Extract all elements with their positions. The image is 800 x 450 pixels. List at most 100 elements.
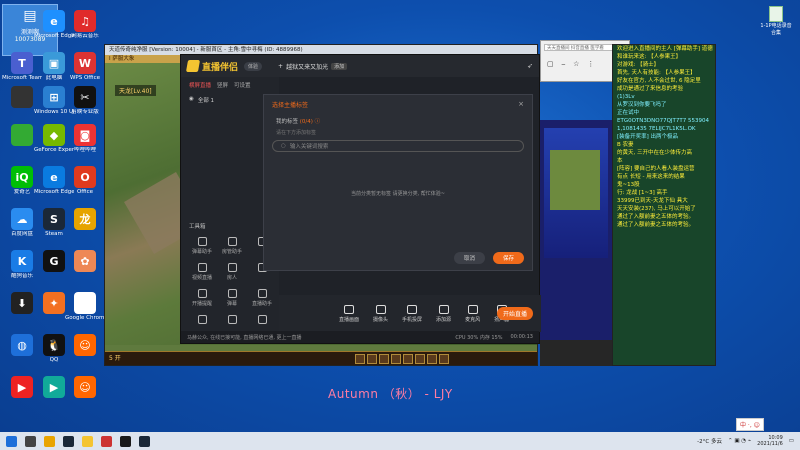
desktop-icon[interactable]: ✿ (68, 250, 102, 273)
app-tab[interactable]: 横屏直播 (189, 81, 211, 89)
tool-item[interactable]: 开播提醒 (187, 289, 217, 307)
desktop-icon[interactable]: ♫ 网易云音乐 (68, 10, 102, 39)
desktop-icon[interactable]: ☁ 百度网盘 (5, 208, 39, 237)
steam2-icon[interactable] (139, 435, 150, 447)
tool-icon (257, 315, 267, 324)
chat-line: 正在试中 (617, 110, 640, 116)
explorer-icon[interactable] (44, 435, 55, 447)
info-icon[interactable]: ⓘ (315, 119, 321, 125)
tool-item[interactable] (247, 315, 277, 326)
desktop-icon[interactable]: ✦ (37, 292, 71, 315)
tool-item[interactable]: 弹幕 (217, 289, 247, 307)
bottom-tool-button[interactable]: 摄像头 (373, 304, 388, 323)
desktop-icon[interactable]: S Steam (37, 208, 71, 237)
tool-item[interactable]: 房人 (217, 263, 247, 281)
save-button[interactable]: 保存 (492, 252, 524, 264)
hud-slot[interactable] (426, 354, 437, 364)
bottom-tool-button[interactable]: 麦克风 (465, 304, 481, 323)
tag-search-input[interactable]: ○ 输入关键词搜索 (272, 140, 524, 152)
bottom-tool-button[interactable]: 手机投屏 (402, 304, 422, 323)
version-pill[interactable]: 体验 (244, 61, 263, 71)
desktop-icon-label: WPS Office (69, 75, 101, 81)
desktop-icon[interactable]: ☺ (68, 334, 102, 357)
desktop-icon[interactable]: ▣ 此电脑 (37, 52, 71, 81)
tool-label: 房人 (226, 275, 237, 281)
desktop-icon[interactable]: ☺ (68, 376, 102, 399)
bookmark-icon[interactable]: ☆ (573, 60, 579, 69)
menu-icon[interactable]: ⋮ (587, 60, 594, 69)
go-live-button[interactable]: 开始直播 (496, 307, 533, 320)
app-tab[interactable]: 竖屏 (217, 81, 228, 89)
desktop-icon[interactable]: ◍ (5, 334, 39, 357)
system-tray: -2°C 多云 ⌃ ▣ ◔ ⌁ 10:09 2021/11/6 ▭ (697, 435, 800, 447)
desktop-icon[interactable]: 龙 (68, 208, 102, 231)
eye-icon[interactable]: ◉ (189, 96, 194, 104)
scene-tab[interactable]: + 越狱又来又加光 添加 (278, 62, 348, 71)
desktop-icon[interactable]: K 酷狗音乐 (5, 250, 39, 279)
desktop-icon[interactable]: G (37, 250, 71, 273)
bottom-tool-button[interactable]: 直播画面 (339, 304, 359, 323)
hud-slot[interactable] (366, 354, 377, 364)
desktop-icon[interactable]: ◆GeForce Experience (34, 124, 74, 153)
desktop-icon[interactable]: 🐧 QQ (37, 334, 71, 363)
streaming-app-icon[interactable] (82, 435, 93, 447)
tool-item[interactable]: 弹幕助手 (187, 237, 217, 255)
desktop-icon[interactable]: e Microsoft Edge (34, 166, 74, 195)
tool-item[interactable] (187, 315, 217, 326)
desktop-icon-label: QQ (49, 357, 59, 363)
tool-icon (197, 315, 207, 324)
desktop-icon[interactable]: ◙ 哔哩哔哩 (68, 124, 102, 153)
bottom-tool-button[interactable]: 添加源 (436, 304, 451, 323)
tool-item[interactable]: 视频直播 (187, 263, 217, 281)
close-icon[interactable]: × (518, 100, 524, 109)
desktop-icon[interactable]: ⊞Windows 10 Update (34, 86, 74, 115)
desktop-icon[interactable]: ▶ (37, 376, 71, 399)
tool-item[interactable] (217, 315, 247, 326)
tool-item[interactable]: 房管助手 (217, 237, 247, 255)
tool-icon (257, 289, 267, 298)
desktop-icon[interactable] (5, 86, 39, 109)
hud-slot[interactable] (390, 354, 401, 364)
window-icon[interactable]: ▢ (547, 60, 554, 69)
desktop-icon[interactable]: W WPS Office (68, 52, 102, 81)
hud-slot[interactable] (354, 354, 365, 364)
app-tab[interactable]: 可设置 (234, 81, 251, 89)
tray-icons[interactable]: ⌃ ▣ ◔ ⌁ (728, 438, 751, 444)
game-icon[interactable] (101, 435, 112, 447)
desktop-icon[interactable]: ◎ Google Chrome (65, 292, 105, 321)
rocket-icon[interactable]: ➶ (527, 62, 533, 70)
desktop-icon[interactable]: ⬇ (5, 292, 39, 315)
hud-slot[interactable] (414, 354, 425, 364)
task-view-icon[interactable] (25, 435, 36, 447)
tool-item[interactable]: 直播助手 (247, 289, 277, 307)
stream-preview (540, 120, 612, 355)
chat-line: 首先, 天人有技能: 【人参果王】 (617, 70, 696, 76)
bottom-tool-label: 麦克风 (465, 316, 481, 323)
desktop-file-icon[interactable]: 1-1P电话录音合集 (758, 6, 794, 36)
weather[interactable]: -2°C 多云 (697, 437, 722, 445)
scene-tag[interactable]: 添加 (331, 62, 348, 70)
hud-slot[interactable] (438, 354, 449, 364)
steam-icon[interactable] (63, 435, 74, 447)
tag-modal[interactable]: 选择主播标签 × 我的标签 (0/4) ⓘ 请在下方添加标签 ○ 输入关键词搜索… (263, 94, 533, 271)
obs-icon[interactable] (120, 435, 131, 447)
chat-line: 通过了入额前妻之五体的考验。 (617, 214, 695, 220)
desktop-icon[interactable]: ▶ (5, 376, 39, 399)
desktop-icon[interactable]: T Microsoft Teams (2, 52, 42, 81)
clock[interactable]: 10:09 2021/11/6 (757, 435, 783, 447)
desktop-icon[interactable]: ✂ 剪映专业版 (68, 86, 102, 115)
hud-slot[interactable] (402, 354, 413, 364)
game-hud[interactable]: 5 开 (105, 351, 537, 365)
notification-icon[interactable]: ▭ (789, 438, 794, 444)
desktop-icon[interactable]: e Microsoft Edge (34, 10, 74, 39)
cancel-button[interactable]: 取消 (453, 252, 485, 264)
desktop-icon[interactable]: O Office (68, 166, 102, 195)
modal-section: 我的标签 (0/4) ⓘ (264, 114, 532, 128)
ime-indicator[interactable]: 中 ·, ☺ (736, 418, 764, 431)
desktop-icon[interactable] (5, 124, 39, 147)
start-icon[interactable] (6, 435, 17, 447)
add-icon[interactable]: + (278, 63, 283, 70)
hud-slot[interactable] (378, 354, 389, 364)
minimize-icon[interactable]: ⎯ (562, 60, 566, 69)
game-tab[interactable]: Ⅰ 萨服大象 (105, 55, 187, 63)
